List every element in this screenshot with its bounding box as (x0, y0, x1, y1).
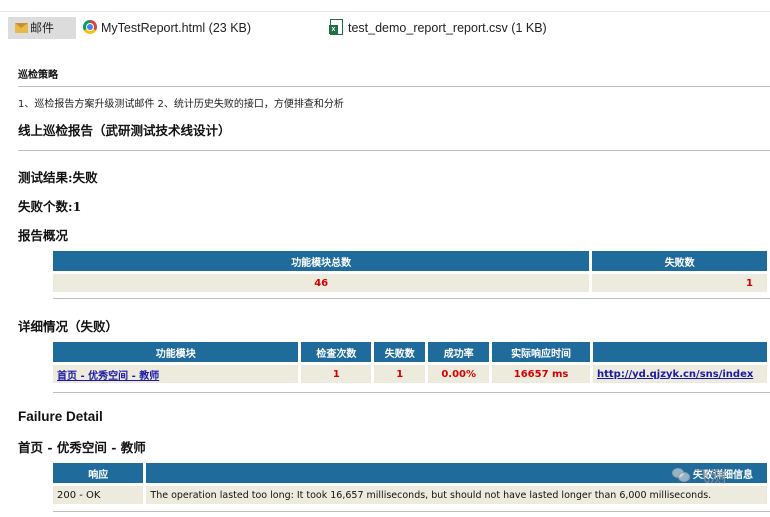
table-row: 200 - OK The operation lasted too long: … (53, 486, 767, 504)
mail-tab[interactable]: 邮件 (8, 17, 76, 39)
mail-tab-label: 邮件 (30, 21, 55, 35)
column-header: 实际响应时间 (492, 342, 590, 362)
column-header: 失败数 (374, 342, 426, 362)
watermark: 飞测 (694, 467, 727, 486)
attachment-name[interactable]: MyTestReport.html (23 KB) (101, 17, 251, 39)
table-row: 首页 - 优秀空间 - 教师 1 1 0.00% 16657 ms http:/… (53, 365, 767, 383)
table-cell: 16657 ms (492, 365, 590, 383)
table-cell: 1 (374, 365, 426, 383)
divider (0, 11, 770, 12)
wechat-icon (672, 466, 690, 482)
excel-icon: x (329, 19, 343, 35)
table-cell: 46 (53, 274, 590, 292)
column-header: 功能模块总数 (53, 251, 590, 271)
attachments-bar: 邮件 MyTestReport.html (23 KB) x test_demo… (0, 0, 770, 44)
envelope-icon (15, 23, 28, 33)
divider (18, 86, 770, 87)
column-header: 功能模块 (53, 342, 299, 362)
details-heading: 详细情况（失败） (18, 319, 119, 334)
table-cell[interactable]: 首页 - 优秀空间 - 教师 (53, 365, 299, 383)
overview-heading: 报告概况 (18, 228, 69, 243)
column-header: 失败数 (592, 251, 767, 271)
strategy-text: 1、巡检报告方案升级测试邮件 2、统计历史失败的接口，方便排查和分析 (18, 99, 344, 110)
table-cell: 1 (301, 365, 372, 383)
test-result: 测试结果:失败 (18, 170, 98, 185)
divider (53, 511, 770, 512)
table-cell[interactable]: http://yd.qjzyk.cn/sns/index (593, 365, 767, 383)
divider (18, 150, 770, 151)
failure-table: 响应 失败详细信息 200 - OK The operation lasted … (50, 460, 770, 507)
divider (53, 392, 770, 393)
chrome-icon (83, 20, 97, 34)
column-header: 检查次数 (301, 342, 372, 362)
column-header (593, 342, 767, 362)
overview-table: 功能模块总数 失败数 46 1 (50, 248, 770, 295)
url-link[interactable]: http://yd.qjzyk.cn/sns/index (597, 369, 753, 380)
column-header: 成功率 (428, 342, 490, 362)
report-title: 线上巡检报告（武研测试技术线设计） (18, 123, 231, 138)
table-row: 46 1 (53, 274, 767, 292)
failure-page-heading: 首页 - 优秀空间 - 教师 (18, 440, 146, 455)
details-table: 功能模块 检查次数 失败数 成功率 实际响应时间 首页 - 优秀空间 - 教师 … (50, 339, 770, 386)
fail-count: 失败个数:1 (18, 199, 82, 214)
attachment-name[interactable]: test_demo_report_report.csv (1 KB) (348, 17, 547, 39)
table-cell: 200 - OK (53, 486, 144, 504)
divider (53, 298, 770, 299)
strategy-title: 巡检策略 (18, 70, 58, 81)
module-link[interactable]: 首页 - 优秀空间 - 教师 (57, 371, 159, 382)
table-cell: The operation lasted too long: It took 1… (146, 486, 767, 504)
table-cell: 0.00% (428, 365, 490, 383)
column-header: 响应 (53, 463, 144, 483)
table-cell: 1 (592, 274, 767, 292)
failure-detail-heading: Failure Detail (18, 409, 103, 424)
